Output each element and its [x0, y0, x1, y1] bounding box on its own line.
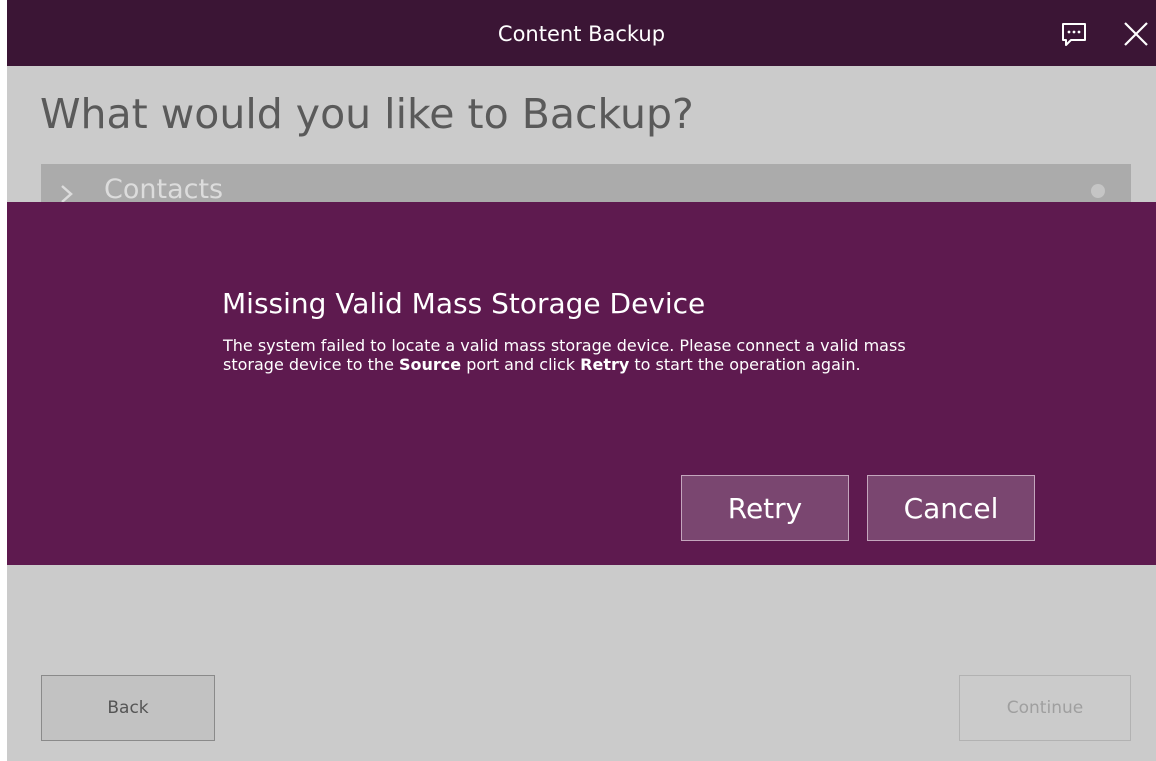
app-window: Content Backup What would you like to Ba… — [7, 0, 1156, 761]
message-retry-emphasis: Retry — [580, 355, 630, 374]
title-bar: Content Backup — [7, 0, 1156, 66]
list-item-label: Contacts — [104, 174, 224, 205]
message-source-emphasis: Source — [399, 355, 462, 374]
page-heading: What would you like to Backup? — [40, 90, 694, 138]
dialog-message: The system failed to locate a valid mass… — [223, 336, 943, 374]
list-item-contacts[interactable]: Contacts — [41, 164, 1131, 205]
message-text: to start the operation again. — [629, 355, 861, 374]
back-button[interactable]: Back — [41, 675, 215, 741]
error-dialog: Missing Valid Mass Storage Device The sy… — [7, 202, 1156, 565]
retry-button[interactable]: Retry — [681, 475, 849, 541]
status-indicator — [1091, 184, 1105, 198]
cancel-button[interactable]: Cancel — [867, 475, 1035, 541]
window-title: Content Backup — [497, 22, 666, 46]
dialog-title: Missing Valid Mass Storage Device — [222, 287, 706, 320]
message-text: port and click — [461, 355, 581, 374]
feedback-chat-icon[interactable] — [1059, 20, 1089, 50]
close-icon[interactable] — [1119, 17, 1153, 51]
continue-button: Continue — [959, 675, 1131, 741]
